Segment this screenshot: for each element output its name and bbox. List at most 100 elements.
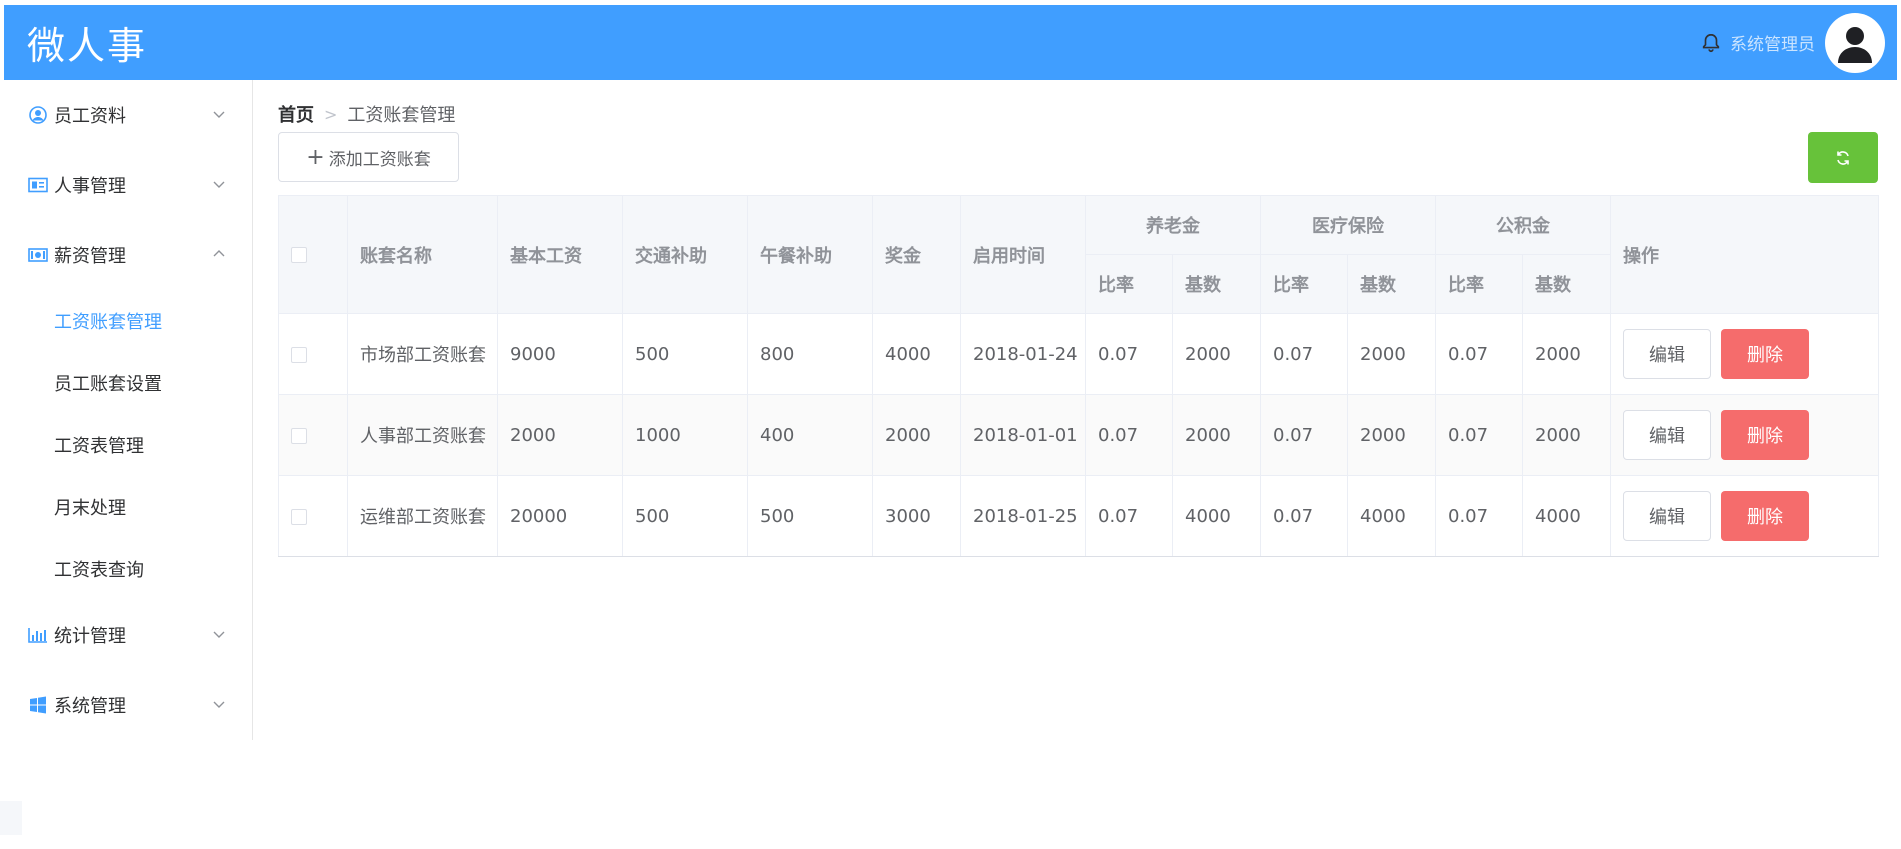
cell-pension-rate: 0.07	[1085, 394, 1173, 476]
sidebar-subitem-payroll-query[interactable]: 工资表查询	[4, 538, 252, 600]
row-select-cell	[278, 313, 348, 395]
user-circle-icon	[28, 105, 48, 125]
col-header-fund-base: 基数	[1522, 254, 1611, 314]
sidebar-item-label: 人事管理	[54, 176, 126, 197]
cell-medical-rate: 0.07	[1260, 313, 1348, 395]
sidebar-subitem-month-end[interactable]: 月末处理	[4, 476, 252, 538]
breadcrumb: 首页 > 工资账套管理	[278, 101, 455, 127]
breadcrumb-current: 工资账套管理	[347, 105, 456, 126]
col-header-medical: 医疗保险	[1260, 195, 1436, 255]
id-card-icon	[28, 175, 48, 195]
bell-icon[interactable]	[1700, 32, 1722, 54]
user-name[interactable]: 系统管理员	[1730, 30, 1815, 55]
cell-fund-rate: 0.07	[1435, 313, 1523, 395]
col-header-pension-base: 基数	[1172, 254, 1261, 314]
user-avatar-icon[interactable]	[1825, 12, 1885, 73]
breadcrumb-home[interactable]: 首页	[278, 101, 314, 127]
chevron-down-icon	[213, 181, 225, 188]
cell-pension-rate: 0.07	[1085, 475, 1173, 557]
delete-button[interactable]: 删除	[1721, 329, 1809, 379]
sidebar-item-label: 薪资管理	[54, 246, 126, 267]
cell-fund-base: 2000	[1522, 313, 1611, 395]
edit-button[interactable]: 编辑	[1623, 329, 1711, 379]
col-header-ops: 操作	[1610, 195, 1879, 314]
cell-lunch: 500	[747, 475, 873, 557]
col-header-pension-rate: 比率	[1085, 254, 1173, 314]
header-user-area: 系统管理员	[1700, 12, 1885, 73]
app-title: 微人事	[27, 24, 148, 68]
cell-name: 人事部工资账套	[347, 394, 498, 476]
salary-account-table: 账套名称 基本工资 交通补助 午餐补助 奖金 启用时间 养老金 医疗保险 公积金…	[278, 195, 1879, 557]
cell-bonus: 3000	[872, 475, 961, 557]
col-header-bonus: 奖金	[872, 195, 961, 314]
cell-pension-base: 2000	[1172, 313, 1261, 395]
col-header-name: 账套名称	[347, 195, 498, 314]
cell-pension-base: 4000	[1172, 475, 1261, 557]
sidebar-subitem-payroll-mgmt[interactable]: 工资表管理	[4, 414, 252, 476]
corner-widget[interactable]	[0, 801, 22, 835]
col-header-medical-rate: 比率	[1260, 254, 1348, 314]
add-button-label: 添加工资账套	[328, 149, 431, 170]
cell-medical-rate: 0.07	[1260, 475, 1348, 557]
cell-lunch: 400	[747, 394, 873, 476]
chevron-down-icon	[213, 111, 225, 118]
cell-medical-base: 4000	[1347, 475, 1436, 557]
row-checkbox[interactable]	[291, 508, 307, 525]
cell-bonus: 4000	[872, 313, 961, 395]
sidebar-item-employee-info[interactable]: 员工资料	[4, 80, 252, 150]
sidebar-item-salary[interactable]: 薪资管理	[4, 220, 252, 290]
money-icon	[28, 245, 48, 265]
sidebar-item-label: 系统管理	[54, 696, 126, 717]
bar-chart-icon	[28, 625, 48, 645]
sidebar-subitem-employee-account-settings[interactable]: 员工账套设置	[4, 352, 252, 414]
sidebar-subitem-salary-account-mgmt[interactable]: 工资账套管理	[4, 290, 252, 352]
chevron-up-icon	[213, 250, 225, 257]
cell-fund-rate: 0.07	[1435, 475, 1523, 557]
cell-ops: 编辑 删除	[1610, 394, 1879, 476]
plus-icon: +	[306, 144, 325, 170]
chevron-down-icon	[213, 631, 225, 638]
cell-medical-rate: 0.07	[1260, 394, 1348, 476]
col-header-fund-rate: 比率	[1435, 254, 1523, 314]
edit-button[interactable]: 编辑	[1623, 491, 1711, 541]
top-header: 微人事 系统管理员	[4, 5, 1897, 80]
edit-button[interactable]: 编辑	[1623, 410, 1711, 460]
col-header-lunch: 午餐补助	[747, 195, 873, 314]
cell-lunch: 800	[747, 313, 873, 395]
delete-button[interactable]: 删除	[1721, 410, 1809, 460]
cell-fund-base: 2000	[1522, 394, 1611, 476]
sidebar-item-label: 员工资料	[54, 106, 126, 127]
cell-start-date: 2018-01-01	[960, 394, 1086, 476]
row-select-cell	[278, 394, 348, 476]
chevron-down-icon	[213, 701, 225, 708]
select-all-header	[278, 195, 348, 314]
breadcrumb-separator: >	[324, 104, 338, 124]
sidebar-menu: 员工资料 人事管理 薪资管理 工资账套管理 员工账套设置 工资表管理 月末处理 …	[4, 80, 253, 740]
sidebar-item-system[interactable]: 系统管理	[4, 670, 252, 740]
cell-start-date: 2018-01-24	[960, 313, 1086, 395]
col-header-fund: 公积金	[1435, 195, 1611, 255]
refresh-icon	[1837, 150, 1849, 165]
cell-traffic: 500	[622, 475, 748, 557]
cell-fund-rate: 0.07	[1435, 394, 1523, 476]
windows-icon	[28, 695, 48, 715]
cell-traffic: 500	[622, 313, 748, 395]
sidebar-item-label: 统计管理	[54, 626, 126, 647]
cell-medical-base: 2000	[1347, 394, 1436, 476]
sidebar-item-personnel[interactable]: 人事管理	[4, 150, 252, 220]
cell-pension-rate: 0.07	[1085, 313, 1173, 395]
row-checkbox[interactable]	[291, 427, 307, 444]
row-checkbox[interactable]	[291, 346, 307, 363]
cell-traffic: 1000	[622, 394, 748, 476]
col-header-medical-base: 基数	[1347, 254, 1436, 314]
row-select-cell	[278, 475, 348, 557]
refresh-button[interactable]	[1808, 132, 1878, 183]
cell-pension-base: 2000	[1172, 394, 1261, 476]
cell-basic: 9000	[497, 313, 623, 395]
add-salary-account-button[interactable]: + 添加工资账套	[278, 132, 459, 182]
delete-button[interactable]: 删除	[1721, 491, 1809, 541]
cell-fund-base: 4000	[1522, 475, 1611, 557]
col-header-pension: 养老金	[1085, 195, 1261, 255]
sidebar-item-statistics[interactable]: 统计管理	[4, 600, 252, 670]
select-all-checkbox[interactable]	[291, 247, 307, 263]
